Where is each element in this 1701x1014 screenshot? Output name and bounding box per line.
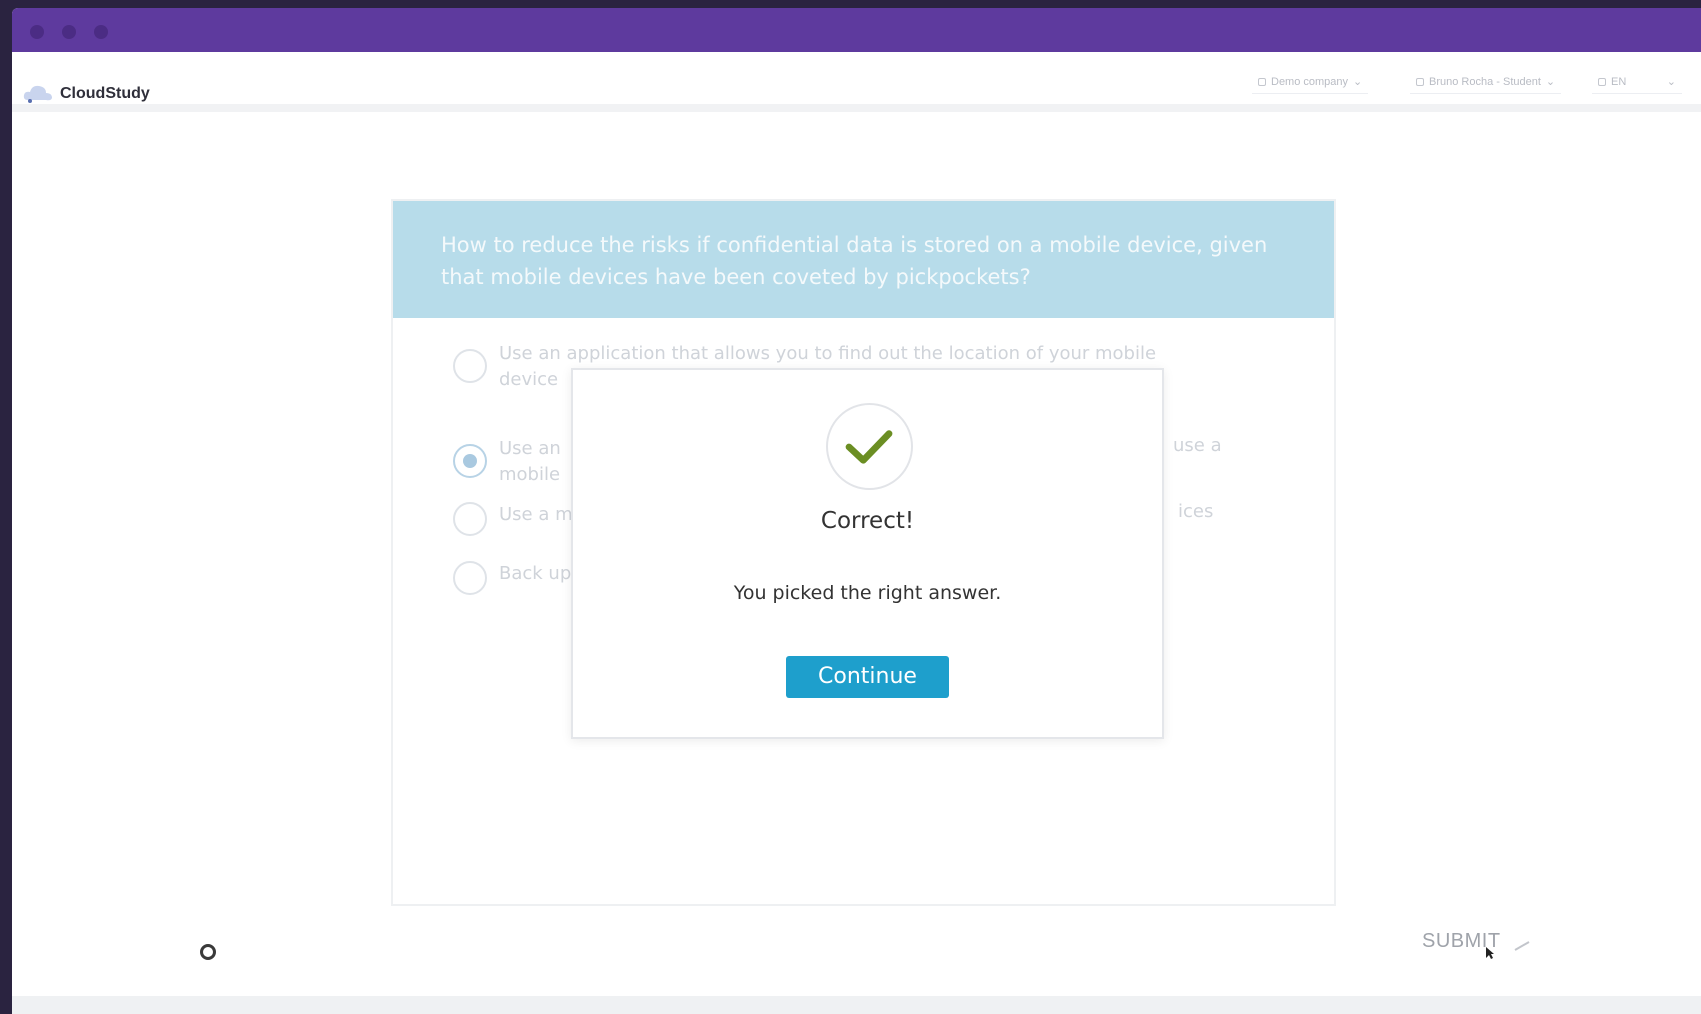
company-label: Demo company xyxy=(1271,75,1349,88)
chevron-down-icon: ⌄ xyxy=(1666,76,1676,88)
user-icon xyxy=(1416,77,1424,86)
arrow-right-icon xyxy=(1514,941,1530,951)
dialog-message: You picked the right answer. xyxy=(733,582,1002,604)
option-label-line2: mobile xyxy=(499,464,561,485)
checkmark-icon xyxy=(845,430,893,464)
settings-gear-icon[interactable] xyxy=(200,944,216,960)
close-window-dot[interactable] xyxy=(30,25,44,39)
feedback-dialog: Correct! You picked the right answer. Co… xyxy=(571,368,1164,739)
user-selector[interactable]: Bruno Rocha - Student ⌄ xyxy=(1410,70,1562,94)
chevron-down-icon: ⌄ xyxy=(1545,76,1556,88)
company-selector[interactable]: Demo company ⌄ xyxy=(1252,70,1369,94)
question-header: How to reduce the risks if confidential … xyxy=(393,201,1334,318)
option-label: Use an mobile xyxy=(499,436,561,488)
minimize-window-dot[interactable] xyxy=(62,25,76,39)
option-label: Use a m xyxy=(499,504,573,525)
radio-button[interactable] xyxy=(453,502,487,536)
brand-name[interactable]: CloudStudy xyxy=(60,85,150,103)
maximize-window-dot[interactable] xyxy=(94,25,108,39)
dialog-title: Correct! xyxy=(820,508,915,534)
globe-icon xyxy=(1598,77,1606,86)
option-label-start: Use an xyxy=(499,438,561,459)
user-label: Bruno Rocha - Student xyxy=(1429,75,1541,88)
language-selector[interactable]: EN ⌄ xyxy=(1592,70,1682,94)
option-label-end: use a xyxy=(1173,435,1222,456)
window-titlebar xyxy=(12,8,1701,52)
language-label: EN xyxy=(1611,75,1627,88)
radio-button[interactable] xyxy=(453,561,487,595)
app-header: CloudStudy Demo company ⌄ Bruno Rocha - … xyxy=(12,52,1701,112)
option-label-end: ices xyxy=(1178,501,1214,522)
cloud-logo-icon xyxy=(23,85,52,103)
question-text: How to reduce the risks if confidential … xyxy=(441,233,1268,289)
option-label: Back up xyxy=(499,563,572,584)
mouse-cursor-icon xyxy=(1486,947,1494,959)
chevron-down-icon: ⌄ xyxy=(1353,76,1363,88)
radio-button[interactable] xyxy=(453,349,487,383)
continue-button[interactable]: Continue xyxy=(786,656,949,698)
check-icon xyxy=(826,403,913,490)
company-icon xyxy=(1258,77,1266,86)
window-bottom-bar xyxy=(12,996,1701,1014)
radio-button-selected[interactable] xyxy=(453,444,487,478)
